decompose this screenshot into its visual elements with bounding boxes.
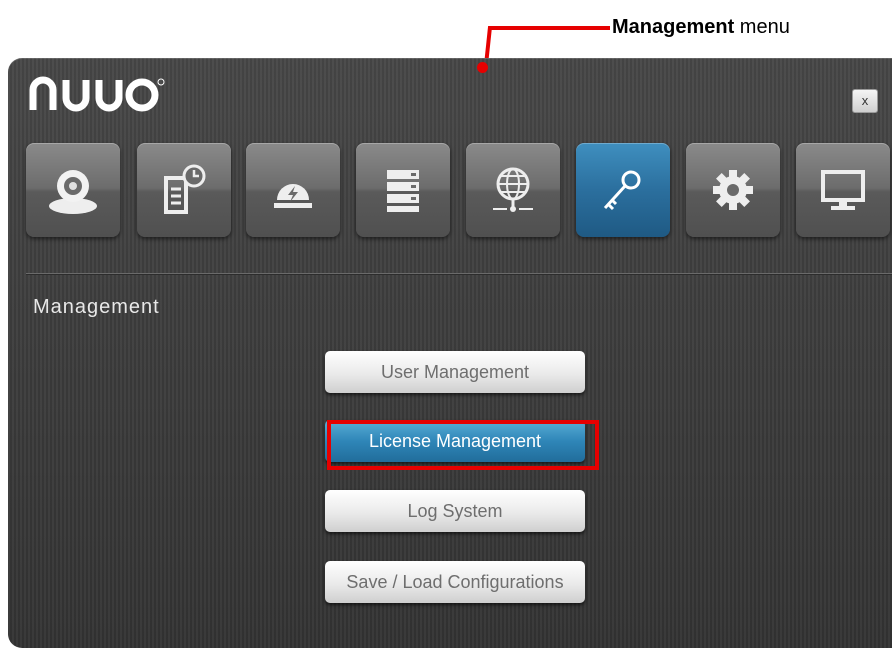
callout-line-horizontal	[490, 26, 610, 30]
toolbar-storage-button[interactable]	[356, 143, 450, 237]
monitor-icon	[821, 170, 865, 210]
toolbar-camera-button[interactable]	[26, 143, 120, 237]
section-divider	[26, 273, 892, 274]
log-system-button[interactable]: Log System	[325, 490, 585, 532]
toolbar-display-button[interactable]	[796, 143, 890, 237]
annotation-label: Management menu	[612, 16, 790, 39]
event-alert-icon	[274, 184, 312, 208]
storage-icon	[387, 170, 419, 212]
toolbar-event-button[interactable]	[246, 143, 340, 237]
toolbar-schedule-button[interactable]	[137, 143, 231, 237]
highlight-box	[327, 420, 599, 470]
user-management-button[interactable]: User Management	[325, 351, 585, 393]
annotation-bold: Management	[612, 16, 735, 38]
callout-dot	[477, 62, 488, 73]
schedule-icon	[164, 164, 206, 214]
nuuo-logo	[29, 76, 165, 112]
toolbar-network-button[interactable]	[466, 143, 560, 237]
toolbar-management-button[interactable]	[576, 143, 670, 237]
section-title: Management	[33, 296, 160, 318]
camera-icon	[49, 170, 97, 214]
network-icon	[493, 167, 533, 212]
toolbar-settings-button[interactable]	[686, 143, 780, 237]
annotation-suffix: menu	[734, 16, 790, 38]
close-button[interactable]: x	[852, 89, 878, 113]
key-icon	[603, 170, 641, 211]
save-load-configurations-button[interactable]: Save / Load Configurations	[325, 561, 585, 603]
gear-icon	[713, 170, 753, 210]
